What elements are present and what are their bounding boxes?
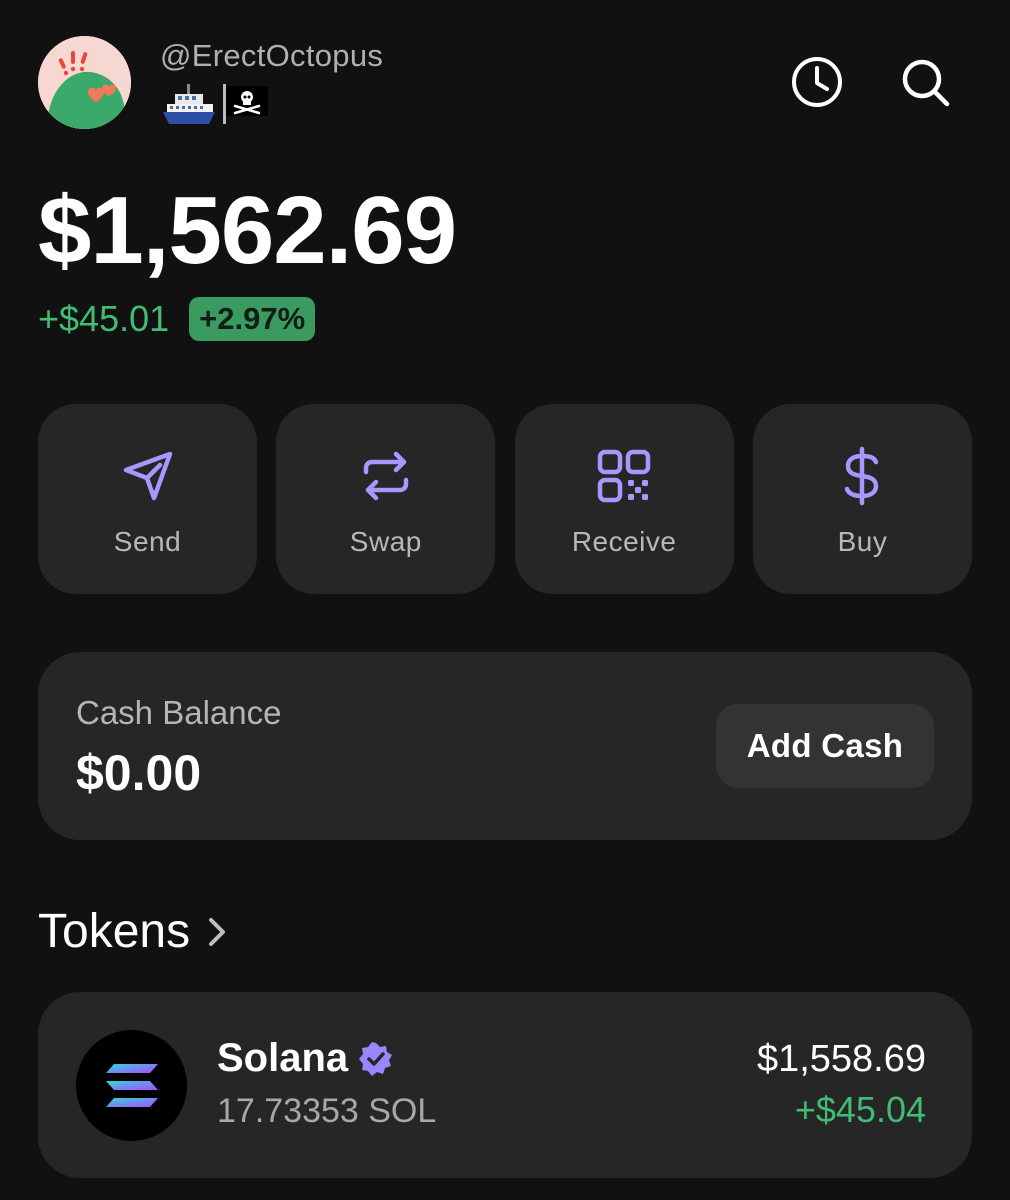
portfolio-change-row: +$45.01 +2.97% xyxy=(38,297,316,341)
pirate-flag-icon xyxy=(223,84,268,124)
portfolio-change-percent-badge: +2.97% xyxy=(189,297,316,341)
token-change: +$45.04 xyxy=(794,1089,926,1130)
avatar[interactable] xyxy=(38,36,131,129)
token-row-solana[interactable]: Solana 17.73353 SOL $1,558.69 +$45.04 xyxy=(38,992,972,1178)
token-amount: 17.73353 SOL xyxy=(217,1092,437,1130)
search-icon xyxy=(902,59,950,107)
swap-label: Swap xyxy=(349,526,422,557)
send-button[interactable]: Send xyxy=(38,404,257,594)
history-button[interactable] xyxy=(789,54,845,110)
username-handle[interactable]: @ErectOctopus xyxy=(160,38,383,74)
solana-logo xyxy=(76,1030,187,1141)
buy-button[interactable]: Buy xyxy=(752,404,972,594)
octopus-hearts-avatar-icon xyxy=(38,36,131,129)
portfolio-change-amount: +$45.01 xyxy=(38,298,170,339)
clock-icon xyxy=(792,57,842,107)
swap-icon xyxy=(363,451,409,501)
portfolio-balance: $1,562.69 xyxy=(38,177,457,284)
cash-balance-amount: $0.00 xyxy=(76,745,202,801)
token-value: $1,558.69 xyxy=(756,1038,926,1080)
receive-label: Receive xyxy=(571,526,677,557)
qr-code-icon xyxy=(597,449,651,503)
swap-button[interactable]: Swap xyxy=(276,404,496,594)
send-label: Send xyxy=(113,526,182,557)
tokens-title: Tokens xyxy=(38,905,191,958)
status-emoji-row xyxy=(161,82,271,126)
add-cash-button[interactable]: Add Cash xyxy=(716,704,934,788)
buy-label: Buy xyxy=(837,526,888,557)
token-name: Solana xyxy=(217,1036,349,1080)
search-button[interactable] xyxy=(897,54,953,110)
receive-button[interactable]: Receive xyxy=(514,404,734,594)
tokens-section-header[interactable]: Tokens xyxy=(38,904,228,959)
wallet-home-screen: @ErectOctopus $1,562.69 +$45.01 +2.97% S… xyxy=(0,0,1010,1200)
send-icon xyxy=(123,451,172,501)
chevron-right-icon xyxy=(209,917,226,946)
verified-badge-icon xyxy=(359,1041,393,1076)
ship-icon xyxy=(163,84,215,124)
solana-logo-icon xyxy=(105,1063,158,1107)
quick-actions: Send Swap Receive Buy xyxy=(38,404,972,594)
dollar-icon xyxy=(845,446,879,506)
cash-balance-label: Cash Balance xyxy=(76,694,282,731)
cash-balance-card: Cash Balance $0.00 Add Cash xyxy=(38,652,972,840)
